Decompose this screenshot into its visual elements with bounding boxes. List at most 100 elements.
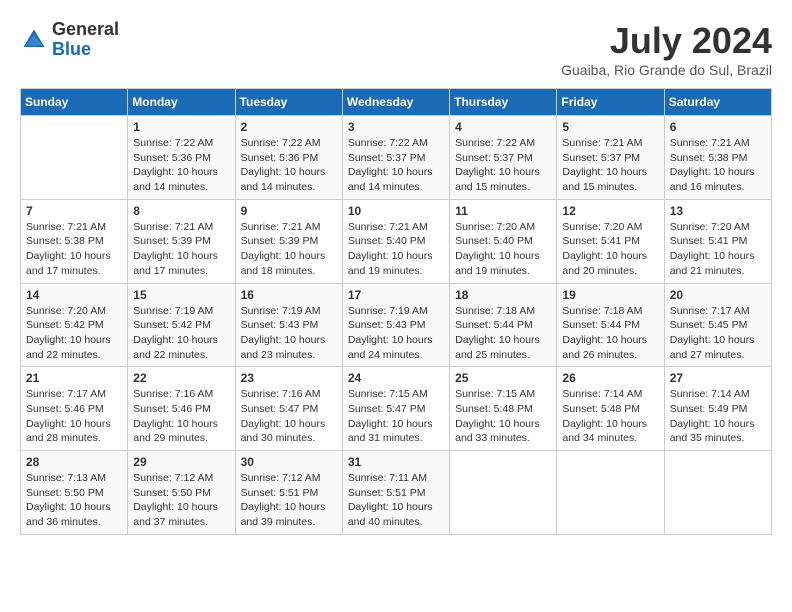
day-info: Sunrise: 7:21 AMSunset: 5:38 PMDaylight:…: [670, 136, 766, 195]
logo-blue: Blue: [52, 40, 119, 60]
day-number: 15: [133, 288, 229, 302]
day-info: Sunrise: 7:18 AMSunset: 5:44 PMDaylight:…: [455, 304, 551, 363]
week-row-5: 28 Sunrise: 7:13 AMSunset: 5:50 PMDayligh…: [21, 451, 772, 535]
day-info: Sunrise: 7:17 AMSunset: 5:45 PMDaylight:…: [670, 304, 766, 363]
calendar-cell: 13 Sunrise: 7:20 AMSunset: 5:41 PMDayligh…: [664, 199, 771, 283]
calendar-cell: 11Sunrise: 7:20 AMSunset: 5:40 PMDayligh…: [450, 199, 557, 283]
day-number: 12: [562, 204, 658, 218]
day-number: 4: [455, 120, 551, 134]
weekday-header-row: SundayMondayTuesdayWednesdayThursdayFrid…: [21, 89, 772, 116]
day-info: Sunrise: 7:12 AMSunset: 5:51 PMDaylight:…: [241, 471, 337, 530]
calendar-cell: 14Sunrise: 7:20 AMSunset: 5:42 PMDayligh…: [21, 283, 128, 367]
month-title: July 2024: [561, 20, 772, 62]
calendar-cell: [450, 451, 557, 535]
day-info: Sunrise: 7:16 AMSunset: 5:46 PMDaylight:…: [133, 387, 229, 446]
calendar-cell: 10Sunrise: 7:21 AMSunset: 5:40 PMDayligh…: [342, 199, 449, 283]
weekday-header-thursday: Thursday: [450, 89, 557, 116]
calendar-cell: 27Sunrise: 7:14 AMSunset: 5:49 PMDayligh…: [664, 367, 771, 451]
calendar-cell: 4 Sunrise: 7:22 AMSunset: 5:37 PMDaylight…: [450, 116, 557, 200]
day-info: Sunrise: 7:19 AMSunset: 5:43 PMDaylight:…: [241, 304, 337, 363]
day-number: 16: [241, 288, 337, 302]
calendar-cell: [664, 451, 771, 535]
calendar-cell: 15 Sunrise: 7:19 AMSunset: 5:42 PMDayligh…: [128, 283, 235, 367]
day-number: 9: [241, 204, 337, 218]
day-number: 22: [133, 371, 229, 385]
calendar-cell: 26 Sunrise: 7:14 AMSunset: 5:48 PMDayligh…: [557, 367, 664, 451]
day-number: 1: [133, 120, 229, 134]
page-header: General Blue July 2024 Guaiba, Rio Grand…: [20, 20, 772, 78]
logo-general: General: [52, 20, 119, 40]
calendar-cell: 2Sunrise: 7:22 AMSunset: 5:36 PMDaylight…: [235, 116, 342, 200]
calendar-cell: 22 Sunrise: 7:16 AMSunset: 5:46 PMDayligh…: [128, 367, 235, 451]
logo: General Blue: [20, 20, 119, 60]
day-info: Sunrise: 7:15 AMSunset: 5:47 PMDaylight:…: [348, 387, 444, 446]
day-info: Sunrise: 7:14 AMSunset: 5:49 PMDaylight:…: [670, 387, 766, 446]
calendar-cell: 28 Sunrise: 7:13 AMSunset: 5:50 PMDayligh…: [21, 451, 128, 535]
day-info: Sunrise: 7:22 AMSunset: 5:37 PMDaylight:…: [348, 136, 444, 195]
day-info: Sunrise: 7:12 AMSunset: 5:50 PMDaylight:…: [133, 471, 229, 530]
day-number: 17: [348, 288, 444, 302]
day-info: Sunrise: 7:14 AMSunset: 5:48 PMDaylight:…: [562, 387, 658, 446]
day-info: Sunrise: 7:20 AMSunset: 5:41 PMDaylight:…: [562, 220, 658, 279]
weekday-header-friday: Friday: [557, 89, 664, 116]
day-number: 29: [133, 455, 229, 469]
calendar-cell: 18Sunrise: 7:18 AMSunset: 5:44 PMDayligh…: [450, 283, 557, 367]
day-number: 7: [26, 204, 122, 218]
day-number: 5: [562, 120, 658, 134]
calendar-cell: 24 Sunrise: 7:15 AMSunset: 5:47 PMDayligh…: [342, 367, 449, 451]
calendar-cell: 17 Sunrise: 7:19 AMSunset: 5:43 PMDayligh…: [342, 283, 449, 367]
day-info: Sunrise: 7:17 AMSunset: 5:46 PMDaylight:…: [26, 387, 122, 446]
calendar-cell: 6 Sunrise: 7:21 AMSunset: 5:38 PMDaylight…: [664, 116, 771, 200]
day-info: Sunrise: 7:20 AMSunset: 5:42 PMDaylight:…: [26, 304, 122, 363]
day-info: Sunrise: 7:20 AMSunset: 5:41 PMDaylight:…: [670, 220, 766, 279]
calendar-cell: 8 Sunrise: 7:21 AMSunset: 5:39 PMDaylight…: [128, 199, 235, 283]
week-row-2: 7 Sunrise: 7:21 AMSunset: 5:38 PMDaylight…: [21, 199, 772, 283]
calendar-cell: 12 Sunrise: 7:20 AMSunset: 5:41 PMDayligh…: [557, 199, 664, 283]
day-info: Sunrise: 7:22 AMSunset: 5:37 PMDaylight:…: [455, 136, 551, 195]
weekday-header-wednesday: Wednesday: [342, 89, 449, 116]
day-info: Sunrise: 7:19 AMSunset: 5:43 PMDaylight:…: [348, 304, 444, 363]
day-number: 6: [670, 120, 766, 134]
day-info: Sunrise: 7:18 AMSunset: 5:44 PMDaylight:…: [562, 304, 658, 363]
day-info: Sunrise: 7:21 AMSunset: 5:39 PMDaylight:…: [133, 220, 229, 279]
day-info: Sunrise: 7:21 AMSunset: 5:38 PMDaylight:…: [26, 220, 122, 279]
weekday-header-sunday: Sunday: [21, 89, 128, 116]
day-info: Sunrise: 7:15 AMSunset: 5:48 PMDaylight:…: [455, 387, 551, 446]
day-number: 31: [348, 455, 444, 469]
calendar-cell: 21Sunrise: 7:17 AMSunset: 5:46 PMDayligh…: [21, 367, 128, 451]
week-row-3: 14Sunrise: 7:20 AMSunset: 5:42 PMDayligh…: [21, 283, 772, 367]
day-number: 26: [562, 371, 658, 385]
logo-icon: [20, 26, 48, 54]
day-number: 23: [241, 371, 337, 385]
day-number: 13: [670, 204, 766, 218]
day-info: Sunrise: 7:11 AMSunset: 5:51 PMDaylight:…: [348, 471, 444, 530]
calendar-cell: 9 Sunrise: 7:21 AMSunset: 5:39 PMDaylight…: [235, 199, 342, 283]
calendar-cell: 23Sunrise: 7:16 AMSunset: 5:47 PMDayligh…: [235, 367, 342, 451]
title-area: July 2024 Guaiba, Rio Grande do Sul, Bra…: [561, 20, 772, 78]
day-number: 28: [26, 455, 122, 469]
day-info: Sunrise: 7:13 AMSunset: 5:50 PMDaylight:…: [26, 471, 122, 530]
calendar-cell: 31 Sunrise: 7:11 AMSunset: 5:51 PMDayligh…: [342, 451, 449, 535]
day-info: Sunrise: 7:19 AMSunset: 5:42 PMDaylight:…: [133, 304, 229, 363]
day-info: Sunrise: 7:21 AMSunset: 5:39 PMDaylight:…: [241, 220, 337, 279]
calendar-cell: 19Sunrise: 7:18 AMSunset: 5:44 PMDayligh…: [557, 283, 664, 367]
day-number: 24: [348, 371, 444, 385]
day-info: Sunrise: 7:21 AMSunset: 5:37 PMDaylight:…: [562, 136, 658, 195]
calendar-cell: 30 Sunrise: 7:12 AMSunset: 5:51 PMDayligh…: [235, 451, 342, 535]
calendar-cell: 7 Sunrise: 7:21 AMSunset: 5:38 PMDaylight…: [21, 199, 128, 283]
day-info: Sunrise: 7:22 AMSunset: 5:36 PMDaylight:…: [241, 136, 337, 195]
day-number: 8: [133, 204, 229, 218]
week-row-1: 1 Sunrise: 7:22 AMSunset: 5:36 PMDaylight…: [21, 116, 772, 200]
calendar-cell: [21, 116, 128, 200]
day-number: 30: [241, 455, 337, 469]
calendar-cell: 29 Sunrise: 7:12 AMSunset: 5:50 PMDayligh…: [128, 451, 235, 535]
calendar-table: SundayMondayTuesdayWednesdayThursdayFrid…: [20, 88, 772, 535]
day-number: 3: [348, 120, 444, 134]
week-row-4: 21Sunrise: 7:17 AMSunset: 5:46 PMDayligh…: [21, 367, 772, 451]
calendar-cell: [557, 451, 664, 535]
day-info: Sunrise: 7:22 AMSunset: 5:36 PMDaylight:…: [133, 136, 229, 195]
location: Guaiba, Rio Grande do Sul, Brazil: [561, 62, 772, 78]
weekday-header-tuesday: Tuesday: [235, 89, 342, 116]
weekday-header-saturday: Saturday: [664, 89, 771, 116]
day-number: 20: [670, 288, 766, 302]
